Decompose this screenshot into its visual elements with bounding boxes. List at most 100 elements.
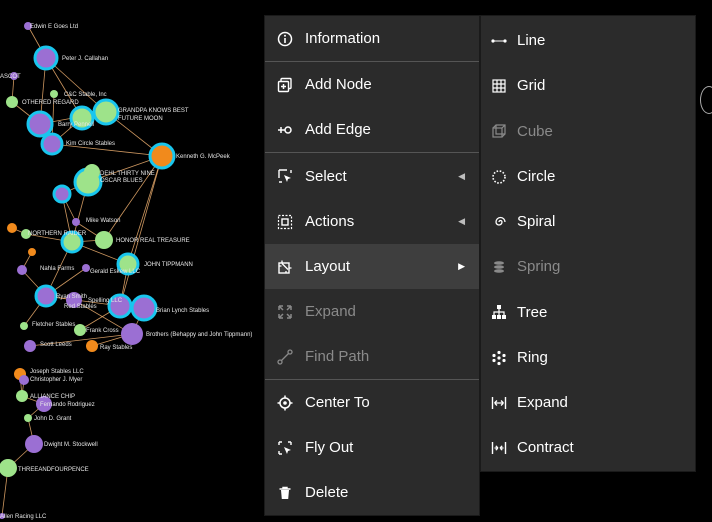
layout-option-expand[interactable]: Expand: [481, 380, 695, 425]
menu-item-information[interactable]: Information: [265, 16, 479, 61]
layout-option-cube[interactable]: Cube: [481, 108, 695, 154]
spiral-icon: [491, 214, 507, 230]
menu-item-label: Layout: [305, 258, 351, 275]
menu-item-layout[interactable]: Layout ▶: [265, 244, 479, 289]
menu-item-select[interactable]: Select ◀: [265, 153, 479, 199]
layout-option-label: Spring: [517, 258, 561, 275]
menu-item-label: Expand: [305, 303, 356, 320]
line-icon: [491, 33, 507, 49]
node-label: Red Stables: [64, 304, 97, 310]
graph-node[interactable]: [16, 390, 28, 402]
node-label: Gerald Eskew LLC: [90, 269, 141, 275]
node-label: Brothers (Behappy and John Tippmann): [146, 332, 252, 338]
graph-node[interactable]: [33, 45, 59, 71]
graph-node[interactable]: [40, 132, 64, 156]
graph-node[interactable]: [121, 323, 143, 345]
ring-icon: [491, 350, 507, 366]
graph-node[interactable]: [52, 184, 72, 204]
node-label: Ryan Smith: [56, 294, 87, 300]
layout-option-label: Circle: [517, 168, 556, 185]
graph-node[interactable]: [24, 340, 36, 352]
menu-item-label: Delete: [305, 484, 349, 501]
node-label: Mike Watson: [86, 218, 120, 224]
layout-option-tree[interactable]: Tree: [481, 289, 695, 335]
graph-node[interactable]: [82, 264, 90, 272]
layout-option-ring[interactable]: Ring: [481, 335, 695, 380]
node-label: NORTHERN RAIDER: [28, 231, 87, 237]
graph-node[interactable]: [25, 435, 43, 453]
layout-option-grid[interactable]: Grid: [481, 63, 695, 108]
graph-node[interactable]: [148, 142, 176, 170]
menu-item-center-to[interactable]: Center To: [265, 380, 479, 425]
layout-submenu: Line Grid Cube Circle Spiral Spring Tree…: [480, 15, 696, 472]
menu-item-fly-out[interactable]: Fly Out: [265, 425, 479, 470]
layout-option-contract[interactable]: Contract: [481, 425, 695, 470]
menu-item-find-path[interactable]: Find Path: [265, 334, 479, 379]
grid-icon: [491, 78, 507, 94]
graph-edge: [103, 155, 163, 241]
graph-node[interactable]: [20, 322, 28, 330]
node-label: Fernando Rodriguez: [40, 402, 95, 408]
graph-node[interactable]: [19, 375, 29, 385]
layout-option-label: Contract: [517, 439, 574, 456]
node-label: GRANDPA KNOWS BEST: [118, 108, 189, 114]
node-label: Allen Racing LLC: [0, 514, 47, 520]
graph-node[interactable]: [34, 284, 58, 308]
graph-node[interactable]: [130, 294, 158, 322]
menu-item-label: Fly Out: [305, 439, 354, 456]
layout-option-label: Spiral: [517, 213, 556, 230]
graph-node[interactable]: [72, 218, 80, 226]
node-label: ALLIANCE CHIP: [30, 394, 75, 400]
menu-item-label: Add Edge: [305, 121, 371, 138]
layout-option-line[interactable]: Line: [481, 18, 695, 63]
layout-option-spiral[interactable]: Spiral: [481, 199, 695, 244]
node-label: ASCOT: [0, 74, 21, 80]
graph-node[interactable]: [24, 414, 32, 422]
graph-node[interactable]: [86, 340, 98, 352]
node-label: Kenneth G. McPeek: [176, 154, 231, 160]
contract-icon: [491, 440, 507, 456]
context-menu: Information Add Node Add Edge Select ◀ A…: [264, 15, 480, 516]
menu-item-delete[interactable]: Delete: [265, 470, 479, 515]
node-label: Peter J. Callahan: [62, 56, 108, 62]
menu-item-add-node[interactable]: Add Node: [265, 62, 479, 107]
graph-node[interactable]: [92, 98, 120, 126]
graph-node[interactable]: [28, 248, 36, 256]
graph-node[interactable]: [50, 90, 58, 98]
node-label: Kim Circle Stables: [66, 141, 115, 147]
layout-icon: [277, 259, 293, 275]
graph-node[interactable]: [95, 231, 113, 249]
graph-node[interactable]: [26, 110, 54, 138]
node-label: FUTURE MOON: [118, 116, 163, 122]
node-label: DEHL THIRTY NINE: [100, 171, 155, 177]
node-label: Joseph Stables LLC: [30, 369, 84, 375]
menu-item-actions[interactable]: Actions ◀: [265, 199, 479, 244]
circle-icon: [491, 169, 507, 185]
menu-item-add-edge[interactable]: Add Edge: [265, 107, 479, 152]
menu-item-expand[interactable]: Expand: [265, 289, 479, 334]
submenu-arrow-icon: ◀: [458, 170, 465, 181]
node-label: Brian Lynch Stables: [156, 308, 209, 314]
actions-icon: [277, 214, 293, 230]
menu-item-label: Actions: [305, 213, 355, 230]
node-label: OSCAR BLUES: [100, 178, 143, 184]
node-label: JOHN TIPPMANN: [144, 262, 193, 268]
graph-node[interactable]: [6, 96, 18, 108]
graph-node[interactable]: [7, 223, 17, 233]
info-icon: [277, 31, 293, 47]
graph-node[interactable]: [17, 265, 27, 275]
graph-node[interactable]: [74, 324, 86, 336]
layout-option-label: Cube: [517, 122, 553, 140]
layout-option-circle[interactable]: Circle: [481, 154, 695, 199]
graph-node[interactable]: [84, 164, 100, 180]
menu-item-label: Select: [305, 167, 347, 185]
expand-icon: [277, 304, 293, 320]
layout-option-spring[interactable]: Spring: [481, 244, 695, 289]
submenu-arrow-icon: ◀: [458, 216, 465, 226]
menu-item-label: Center To: [305, 394, 370, 411]
node-label: Scott Leeds: [40, 342, 72, 348]
node-label: Christopher J. Myer: [30, 377, 82, 383]
menu-item-label: Add Node: [305, 76, 372, 93]
node-label: C&C Stable, Inc: [64, 92, 107, 98]
layout-option-label: Line: [517, 32, 546, 49]
